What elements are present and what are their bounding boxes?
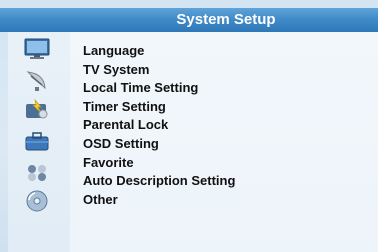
toolbox-icon[interactable] xyxy=(23,129,51,153)
menu-panel: Language TV System Local Time Setting Ti… xyxy=(70,32,378,252)
title-bar: System Setup xyxy=(0,8,378,32)
media-disc-icon[interactable] xyxy=(23,189,51,213)
page-title: System Setup xyxy=(176,11,276,28)
osd-screen: System Setup Language TV System Local Ti… xyxy=(0,0,378,252)
menu-item-language[interactable]: Language xyxy=(83,42,235,61)
menu-item-local-time-setting[interactable]: Local Time Setting xyxy=(83,79,235,98)
satellite-dish-icon[interactable] xyxy=(23,68,51,92)
menu-list: Language TV System Local Time Setting Ti… xyxy=(83,42,235,209)
category-icon-rail xyxy=(8,32,70,252)
menu-item-auto-description-setting[interactable]: Auto Description Setting xyxy=(83,172,235,191)
menu-item-osd-setting[interactable]: OSD Setting xyxy=(83,135,235,154)
menu-item-timer-setting[interactable]: Timer Setting xyxy=(83,98,235,117)
games-icon[interactable] xyxy=(23,160,51,184)
tv-monitor-icon[interactable] xyxy=(23,36,51,60)
menu-item-favorite[interactable]: Favorite xyxy=(83,154,235,173)
menu-item-other[interactable]: Other xyxy=(83,191,235,210)
menu-item-tv-system[interactable]: TV System xyxy=(83,61,235,80)
system-setup-icon[interactable] xyxy=(23,98,51,122)
menu-item-parental-lock[interactable]: Parental Lock xyxy=(83,116,235,135)
